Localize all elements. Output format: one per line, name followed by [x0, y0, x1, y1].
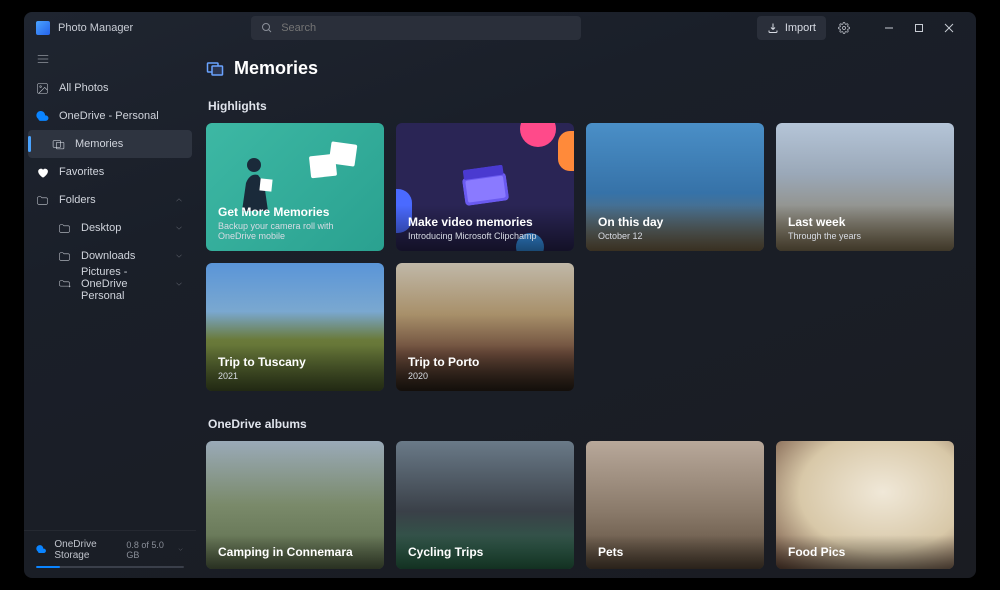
search-input[interactable] — [281, 22, 571, 34]
photos-icon — [36, 82, 49, 95]
card-food-pics[interactable]: Food Pics — [776, 441, 954, 569]
search-icon — [261, 22, 273, 34]
folder-icon — [36, 194, 49, 207]
import-button[interactable]: Import — [757, 16, 826, 40]
maximize-button[interactable] — [904, 16, 934, 40]
close-button[interactable] — [934, 16, 964, 40]
gear-icon — [838, 22, 850, 34]
card-subtitle: 2021 — [218, 371, 372, 381]
card-title: Make video memories — [408, 215, 562, 229]
folder-icon — [58, 222, 71, 235]
clipchamp-icon — [461, 164, 510, 206]
card-get-more-memories[interactable]: Get More Memories Backup your camera roll… — [206, 123, 384, 251]
card-title: Cycling Trips — [408, 545, 562, 559]
card-trip-to-tuscany[interactable]: Trip to Tuscany 2021 — [206, 263, 384, 391]
minimize-button[interactable] — [874, 16, 904, 40]
chevron-up-icon — [174, 195, 184, 205]
import-label: Import — [785, 22, 816, 34]
sidebar-item-favorites[interactable]: Favorites — [24, 158, 196, 186]
search-box[interactable] — [251, 16, 581, 40]
page-header: Memories — [206, 58, 954, 79]
folder-icon — [58, 250, 71, 263]
sidebar-label: All Photos — [59, 82, 109, 94]
card-subtitle: Through the years — [788, 231, 942, 241]
card-title: On this day — [598, 215, 752, 229]
card-pets[interactable]: Pets — [586, 441, 764, 569]
card-on-this-day[interactable]: On this day October 12 — [586, 123, 764, 251]
minimize-icon — [884, 23, 894, 33]
card-subtitle: October 12 — [598, 231, 752, 241]
chevron-down-icon — [177, 545, 184, 554]
card-last-week[interactable]: Last week Through the years — [776, 123, 954, 251]
card-camping-in-connemara[interactable]: Camping in Connemara — [206, 441, 384, 569]
chevron-down-icon — [174, 223, 184, 233]
memories-icon — [206, 60, 224, 78]
cloud-icon — [36, 543, 46, 556]
sidebar-item-onedrive[interactable]: OneDrive - Personal — [24, 102, 196, 130]
sidebar-label: Desktop — [81, 222, 121, 234]
sidebar-item-memories[interactable]: Memories — [28, 130, 192, 158]
card-subtitle: 2020 — [408, 371, 562, 381]
sidebar-item-pictures[interactable]: Pictures - OneDrive Personal — [24, 270, 196, 298]
memories-icon — [52, 138, 65, 151]
import-icon — [767, 22, 779, 34]
sidebar-label: Favorites — [59, 166, 104, 178]
card-title: Trip to Tuscany — [218, 355, 372, 369]
settings-button[interactable] — [830, 16, 858, 40]
sidebar-label: Pictures - OneDrive Personal — [81, 266, 164, 302]
chevron-down-icon — [174, 279, 184, 289]
sidebar-item-all-photos[interactable]: All Photos — [24, 74, 196, 102]
highlights-grid: Get More Memories Backup your camera roll… — [206, 123, 954, 391]
hamburger-icon — [36, 52, 50, 66]
app-title: Photo Manager — [58, 22, 133, 34]
storage-value: 0.8 of 5.0 GB — [126, 540, 168, 560]
sidebar: All Photos OneDrive - Personal Memories … — [24, 44, 196, 578]
hamburger-button[interactable] — [24, 44, 196, 74]
titlebar: Photo Manager Import — [24, 12, 976, 44]
maximize-icon — [914, 23, 924, 33]
page-title: Memories — [234, 58, 318, 79]
cloud-icon — [36, 110, 49, 123]
sidebar-label: Folders — [59, 194, 96, 206]
sidebar-item-folders[interactable]: Folders — [24, 186, 196, 214]
card-title: Camping in Connemara — [218, 545, 372, 559]
section-title-albums: OneDrive albums — [208, 417, 954, 431]
app-icon — [36, 21, 50, 35]
card-make-video-memories[interactable]: Make video memories Introducing Microsoft… — [396, 123, 574, 251]
albums-grid: Camping in Connemara Cycling Trips Pets … — [206, 441, 954, 569]
sidebar-item-desktop[interactable]: Desktop — [24, 214, 196, 242]
heart-icon — [36, 166, 49, 179]
main-content: Memories Highlights Get More Memories Bac… — [196, 44, 976, 578]
close-icon — [944, 23, 954, 33]
card-subtitle: Backup your camera roll with OneDrive mo… — [218, 221, 372, 241]
section-title-highlights: Highlights — [208, 99, 954, 113]
storage-label: OneDrive Storage — [54, 539, 118, 561]
folder-icon — [58, 278, 71, 291]
app-window: Photo Manager Import — [24, 12, 976, 578]
card-cycling-trips[interactable]: Cycling Trips — [396, 441, 574, 569]
card-subtitle: Introducing Microsoft Clipchamp — [408, 231, 562, 241]
storage-panel[interactable]: OneDrive Storage 0.8 of 5.0 GB — [24, 530, 196, 579]
card-title: Get More Memories — [218, 205, 372, 219]
card-title: Last week — [788, 215, 942, 229]
card-title: Pets — [598, 545, 752, 559]
sidebar-label: OneDrive - Personal — [59, 110, 159, 122]
card-trip-to-porto[interactable]: Trip to Porto 2020 — [396, 263, 574, 391]
storage-progress-fill — [36, 566, 60, 569]
sidebar-label: Downloads — [81, 250, 135, 262]
chevron-down-icon — [174, 251, 184, 261]
sidebar-label: Memories — [75, 138, 123, 150]
card-title: Trip to Porto — [408, 355, 562, 369]
storage-progress — [36, 566, 184, 569]
card-title: Food Pics — [788, 545, 942, 559]
